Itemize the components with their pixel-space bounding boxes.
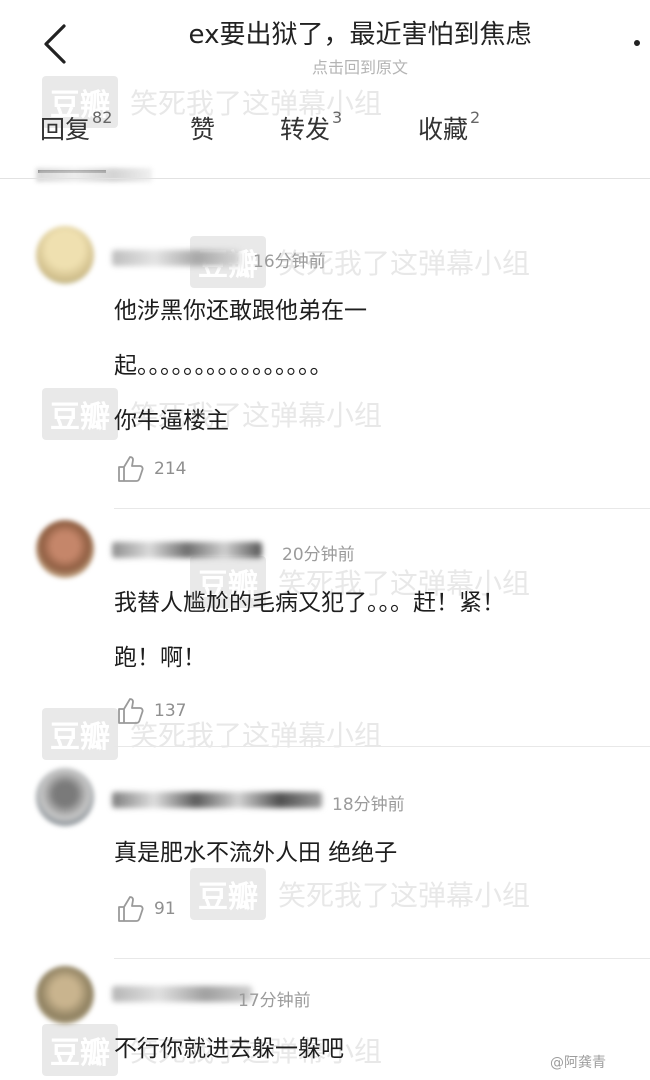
comment-line: 我替人尴尬的毛病又犯了。。。赶！紧！	[114, 590, 505, 616]
tab-likes[interactable]: 赞	[190, 110, 215, 146]
top-bar: ex要出狱了，最近害怕到焦虑 点击回到原文	[0, 0, 650, 90]
watermark: 豆瓣 笑死我了这弹幕小组	[42, 708, 382, 760]
like-button[interactable]: 214	[116, 454, 186, 484]
comment-content: 真是肥水不流外人田 绝绝子	[114, 826, 634, 881]
comment-line: 他涉黑你还敢跟他弟在一	[114, 298, 367, 324]
comment-line: 你牛逼楼主	[114, 408, 229, 434]
comment-line: 起。。。。。。。。。。。。。。。。	[114, 353, 333, 379]
comment-time: 18分钟前	[332, 795, 405, 815]
thumbs-up-icon	[118, 698, 144, 724]
tab-divider	[0, 178, 650, 179]
corner-watermark: @阿龚青	[550, 1055, 606, 1071]
comment-divider	[114, 508, 650, 509]
tab-label: 赞	[190, 115, 216, 144]
username[interactable]	[112, 986, 252, 1002]
like-button[interactable]: 137	[116, 696, 186, 726]
comment-content: 他涉黑你还敢跟他弟在一 起。。。。。。。。。。。。。。。。 你牛逼楼主	[114, 284, 634, 449]
tab-label: 转发	[280, 115, 331, 144]
watermark-badge: 豆瓣	[42, 388, 118, 440]
tab-count: 82	[92, 108, 113, 127]
comment-line: 真是肥水不流外人田 绝绝子	[114, 840, 398, 866]
comment-divider	[114, 958, 650, 959]
avatar[interactable]	[36, 226, 94, 284]
avatar[interactable]	[36, 768, 94, 826]
username[interactable]	[112, 250, 240, 266]
watermark-badge: 豆瓣	[42, 1024, 118, 1076]
comment-time: 17分钟前	[238, 991, 311, 1011]
tab-count: 2	[470, 108, 481, 127]
tab-favorites[interactable]: 收藏 2	[418, 108, 481, 146]
tab-label: 回复	[40, 115, 91, 144]
thumbs-up-icon	[118, 456, 144, 482]
watermark: 豆瓣 笑死我了这弹幕小组	[190, 236, 530, 288]
watermark-badge: 豆瓣	[42, 708, 118, 760]
tab-reposts[interactable]: 转发 3	[280, 108, 343, 146]
more-options-icon[interactable]	[634, 40, 640, 46]
like-button[interactable]: 91	[116, 894, 176, 924]
thumbs-up-icon	[118, 896, 144, 922]
comment-line: 跑！啊！	[114, 645, 206, 671]
cropped-text-strip	[36, 168, 152, 182]
like-count: 137	[154, 701, 187, 721]
comment-content: 我替人尴尬的毛病又犯了。。。赶！紧！ 跑！啊！	[114, 576, 634, 686]
like-count: 91	[154, 899, 176, 919]
avatar[interactable]	[36, 520, 94, 578]
comment-divider	[114, 746, 650, 747]
username[interactable]	[112, 792, 322, 808]
back-to-original-link[interactable]: 点击回到原文	[100, 54, 620, 78]
comment-time: 20分钟前	[282, 545, 355, 565]
tab-label: 收藏	[418, 115, 469, 144]
back-arrow-icon[interactable]	[38, 22, 72, 66]
like-count: 214	[154, 459, 187, 479]
tab-replies[interactable]: 回复 82	[40, 108, 113, 146]
avatar[interactable]	[36, 966, 94, 1024]
post-title[interactable]: ex要出狱了，最近害怕到焦虑	[100, 14, 620, 51]
username[interactable]	[112, 542, 262, 558]
comment-time: 16分钟前	[253, 252, 326, 272]
tab-count: 3	[332, 108, 343, 127]
